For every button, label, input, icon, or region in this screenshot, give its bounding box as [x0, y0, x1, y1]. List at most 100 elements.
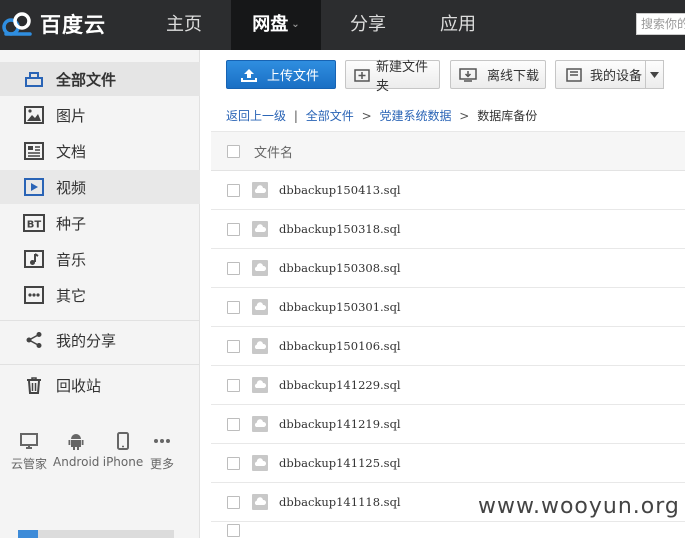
offline-download-button-label: 离线下载: [487, 69, 540, 84]
row-checkbox[interactable]: [227, 222, 240, 236]
row-checkbox[interactable]: [227, 339, 240, 353]
sidebar-item-recycle-bin[interactable]: 回收站: [0, 368, 200, 402]
sidebar-item-label: 全部文件: [56, 70, 117, 89]
row-checkbox[interactable]: [227, 417, 240, 431]
file-name[interactable]: dbbackup150413.sql: [279, 183, 401, 197]
image-icon: [23, 104, 45, 126]
file-icon: [252, 338, 268, 354]
device-label: 云管家: [10, 457, 47, 471]
file-row[interactable]: dbbackup150106.sql: [211, 327, 685, 366]
sidebar-item-images[interactable]: 图片: [0, 98, 200, 132]
file-name[interactable]: dbbackup141125.sql: [279, 456, 401, 470]
file-row-partial[interactable]: [211, 522, 685, 538]
breadcrumb-back[interactable]: 返回上一级: [226, 109, 286, 123]
sidebar-item-label: 文档: [56, 142, 87, 161]
file-icon: [252, 494, 268, 510]
file-icon: [252, 416, 268, 432]
file-icon: [252, 260, 268, 276]
search-input[interactable]: 搜索你的: [636, 13, 685, 35]
bt-icon: BT: [23, 212, 45, 234]
device-label: 更多: [149, 457, 174, 471]
my-devices-button-label: 我的设备: [590, 69, 643, 84]
document-icon: [23, 140, 45, 162]
device-label: iPhone: [102, 455, 144, 469]
new-folder-button-label: 新建文件夹: [376, 59, 429, 94]
file-icon: [252, 182, 268, 198]
sidebar-item-my-shares[interactable]: 我的分享: [0, 323, 200, 357]
filename-column-header[interactable]: 文件名: [254, 142, 293, 161]
breadcrumb-all-files[interactable]: 全部文件: [306, 109, 354, 123]
sidebar-item-torrents[interactable]: BT 种子: [0, 206, 200, 240]
sidebar-divider: [0, 364, 200, 365]
device-label: Android: [53, 455, 100, 469]
row-checkbox[interactable]: [227, 523, 240, 537]
trash-icon: [23, 374, 45, 396]
file-name[interactable]: dbbackup150106.sql: [279, 339, 401, 353]
sidebar-item-label: 其它: [56, 286, 87, 305]
file-name[interactable]: dbbackup141219.sql: [279, 417, 401, 431]
sidebar-item-music[interactable]: 音乐: [0, 242, 200, 276]
file-row[interactable]: dbbackup150318.sql: [211, 210, 685, 249]
breadcrumb-divider: |: [293, 109, 298, 123]
device-more[interactable]: 更多: [146, 430, 178, 472]
sidebar-item-documents[interactable]: 文档: [0, 134, 200, 168]
new-folder-button[interactable]: 新建文件夹: [345, 60, 440, 94]
folder-icon: [23, 68, 45, 90]
row-checkbox[interactable]: [227, 300, 240, 314]
file-row[interactable]: dbbackup141229.sql: [211, 366, 685, 405]
device-android[interactable]: Android: [53, 430, 99, 469]
my-devices-dropdown[interactable]: [645, 60, 664, 89]
file-name[interactable]: dbbackup150318.sql: [279, 222, 401, 236]
file-name[interactable]: dbbackup141229.sql: [279, 378, 401, 392]
device-iphone[interactable]: iPhone: [102, 430, 144, 469]
share-icon: [23, 329, 45, 351]
row-checkbox[interactable]: [227, 456, 240, 470]
new-folder-icon: [354, 68, 370, 82]
chevron-down-icon: ⌄: [291, 19, 300, 30]
file-icon: [252, 221, 268, 237]
sidebar-item-other[interactable]: 其它: [0, 278, 200, 312]
file-icon: [252, 455, 268, 471]
breadcrumb-separator: >: [361, 109, 372, 123]
sidebar-item-label: 回收站: [56, 376, 102, 395]
nav-netdisk[interactable]: 网盘 ⌄: [231, 0, 321, 50]
row-checkbox[interactable]: [227, 261, 240, 275]
file-row[interactable]: dbbackup150301.sql: [211, 288, 685, 327]
nav-apps[interactable]: 应用: [423, 0, 493, 50]
breadcrumb-current: 数据库备份: [477, 109, 538, 123]
sidebar-item-all-files[interactable]: 全部文件: [0, 62, 200, 96]
storage-quota-bar: [18, 530, 174, 538]
device-cloud-manager[interactable]: 云管家: [9, 430, 49, 472]
svg-text:BT: BT: [27, 220, 42, 231]
baidu-cloud-logo[interactable]: 百度云: [0, 8, 120, 40]
file-name[interactable]: dbbackup150301.sql: [279, 300, 401, 314]
file-row[interactable]: dbbackup141219.sql: [211, 405, 685, 444]
file-row[interactable]: dbbackup141125.sql: [211, 444, 685, 483]
watermark: www.wooyun.org: [478, 494, 680, 519]
logo-text: 百度云: [40, 13, 106, 37]
file-icon: [252, 377, 268, 393]
my-devices-button[interactable]: 我的设备: [555, 60, 646, 89]
music-icon: [23, 248, 45, 270]
sidebar-item-videos[interactable]: 视频: [0, 170, 200, 204]
file-name[interactable]: dbbackup150308.sql: [279, 261, 401, 275]
row-checkbox[interactable]: [227, 378, 240, 392]
file-row[interactable]: dbbackup150413.sql: [211, 171, 685, 210]
nav-home[interactable]: 主页: [147, 0, 221, 50]
phone-icon: [102, 430, 144, 452]
nav-share[interactable]: 分享: [333, 0, 403, 50]
breadcrumb-parent[interactable]: 党建系统数据: [379, 109, 451, 123]
upload-button[interactable]: 上传文件: [226, 60, 336, 89]
sidebar-divider: [0, 320, 200, 321]
row-checkbox[interactable]: [227, 183, 240, 197]
video-icon: [23, 176, 45, 198]
file-list-header: 文件名: [211, 131, 685, 171]
file-row[interactable]: dbbackup150308.sql: [211, 249, 685, 288]
file-name[interactable]: dbbackup141118.sql: [279, 495, 401, 509]
offline-download-icon: [459, 67, 477, 82]
select-all-checkbox[interactable]: [227, 144, 240, 158]
device-icon: [566, 67, 582, 82]
more-dots-icon: [23, 284, 45, 306]
offline-download-button[interactable]: 离线下载: [450, 60, 546, 89]
row-checkbox[interactable]: [227, 495, 240, 509]
